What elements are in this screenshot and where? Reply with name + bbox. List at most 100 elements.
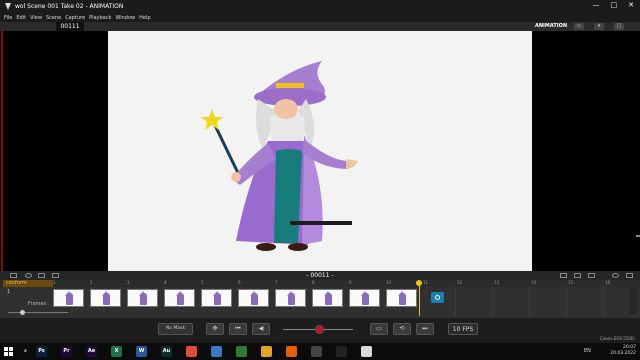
frame-thumbnail[interactable] bbox=[349, 289, 380, 307]
firefox-icon[interactable] bbox=[286, 346, 297, 357]
live-capture-camera-icon[interactable] bbox=[431, 292, 444, 303]
menu-playback[interactable]: Playback bbox=[89, 15, 111, 21]
timeline-ruler[interactable]: 1 2 3 4 5 6 7 8 9 10 11 12 13 14 15 16 bbox=[53, 280, 640, 287]
menu-capture[interactable]: Capture bbox=[65, 15, 85, 21]
title-bar: wol Scene 001 Take 02 - ANIMATION — □ ✕ bbox=[0, 0, 640, 13]
onion-skin-slider-knob[interactable] bbox=[315, 325, 324, 334]
frames-label: Frames bbox=[28, 301, 47, 307]
live-view-canvas[interactable] bbox=[108, 31, 532, 271]
ruler-tick: 2 bbox=[90, 280, 93, 285]
camera-viewer[interactable] bbox=[0, 31, 640, 271]
frame-thumbnail[interactable] bbox=[90, 289, 121, 307]
short-play-button[interactable]: ▭ bbox=[370, 323, 388, 335]
view-list-icon[interactable] bbox=[560, 273, 567, 278]
timeline-zoom-slider[interactable] bbox=[0, 310, 140, 316]
menu-file[interactable]: File bbox=[4, 15, 12, 21]
view-filmstrip-icon[interactable] bbox=[588, 273, 595, 278]
after-effects-icon[interactable]: Ae bbox=[86, 346, 97, 357]
paint-icon[interactable] bbox=[211, 346, 222, 357]
ruler-tick: 3 bbox=[127, 280, 130, 285]
audition-icon[interactable]: Au bbox=[161, 346, 172, 357]
toolbar-button-3[interactable]: □ bbox=[614, 23, 624, 30]
app-icon[interactable] bbox=[311, 346, 322, 357]
lock-icon[interactable] bbox=[626, 273, 633, 278]
timeline-scrollbar[interactable] bbox=[629, 288, 637, 314]
ruler-tick: 4 bbox=[164, 280, 167, 285]
folder-icon[interactable] bbox=[261, 346, 272, 357]
green-app-icon[interactable] bbox=[236, 346, 247, 357]
grid-icon[interactable] bbox=[38, 273, 45, 278]
frame-thumbnail[interactable] bbox=[164, 289, 195, 307]
excel-icon[interactable]: X bbox=[111, 346, 122, 357]
step-forward-button[interactable]: ⏭ bbox=[416, 323, 434, 335]
language-indicator[interactable]: EN bbox=[584, 348, 591, 354]
hat-band bbox=[276, 83, 304, 88]
camera-app-icon[interactable] bbox=[336, 346, 347, 357]
ruler-tick: 15 bbox=[568, 280, 574, 285]
photoshop-icon[interactable]: Ps bbox=[36, 346, 47, 357]
ruler-tick: 9 bbox=[349, 280, 352, 285]
search-icon[interactable]: ⌕ bbox=[20, 346, 31, 357]
mask-dropdown[interactable]: No Mask bbox=[158, 323, 193, 335]
overlay-icon[interactable] bbox=[52, 273, 59, 278]
loop-button[interactable]: ⟲ bbox=[393, 323, 411, 335]
layer-name-field[interactable]: conform bbox=[3, 280, 53, 287]
eye-icon[interactable] bbox=[612, 273, 619, 278]
zoom-icon[interactable] bbox=[25, 273, 32, 278]
ruler-tick: 6 bbox=[238, 280, 241, 285]
camera-watermark: Canon EOS 550D bbox=[599, 336, 634, 341]
menu-window[interactable]: Window bbox=[115, 15, 135, 21]
menu-view[interactable]: View bbox=[30, 15, 42, 21]
top-toolbar: 00111 ANIMATION ▭ ▾ □ bbox=[0, 22, 640, 31]
app-logo-icon bbox=[5, 3, 11, 10]
frame-thumbnail[interactable] bbox=[201, 289, 232, 307]
viewer-border bbox=[1, 31, 3, 271]
face bbox=[274, 99, 298, 119]
resize-icon[interactable] bbox=[10, 273, 17, 278]
left-shoe bbox=[256, 243, 276, 251]
ruler-tick: 12 bbox=[457, 280, 463, 285]
workspace-mode-label[interactable]: ANIMATION bbox=[535, 23, 567, 29]
frame-thumbnail[interactable] bbox=[386, 289, 417, 307]
maximize-button[interactable]: □ bbox=[611, 1, 618, 9]
frame-thumbnail[interactable] bbox=[312, 289, 343, 307]
right-shoe bbox=[288, 243, 308, 251]
play-back-button[interactable]: ◀ bbox=[252, 323, 270, 335]
fps-field[interactable]: 10 FPS bbox=[448, 323, 478, 335]
menu-scene[interactable]: Scene bbox=[46, 15, 61, 21]
menu-help[interactable]: Help bbox=[139, 15, 150, 21]
viewer-status-bar: - 00011 - bbox=[0, 271, 640, 280]
view-grid-icon[interactable] bbox=[574, 273, 581, 278]
dragonframe-icon[interactable] bbox=[361, 346, 372, 357]
ruler-tick: 14 bbox=[531, 280, 537, 285]
toolbar-button-2[interactable]: ▾ bbox=[594, 23, 604, 30]
menu-edit[interactable]: Edit bbox=[16, 15, 26, 21]
premiere-icon[interactable]: Pr bbox=[61, 346, 72, 357]
current-frame-indicator: - 00011 - bbox=[306, 272, 334, 279]
viewer-scroll-handle[interactable] bbox=[636, 235, 640, 237]
frame-thumbnail[interactable] bbox=[238, 289, 269, 307]
playhead-line bbox=[419, 286, 420, 316]
frame-thumbnail[interactable] bbox=[127, 289, 158, 307]
wand-star bbox=[201, 109, 223, 130]
zoom-slider-knob[interactable] bbox=[20, 310, 25, 315]
layer-number: 1 bbox=[7, 289, 11, 295]
frame-thumbnail[interactable] bbox=[53, 289, 84, 307]
close-button[interactable]: ✕ bbox=[628, 1, 634, 9]
step-back-button[interactable]: ⏮ bbox=[229, 323, 247, 335]
minimize-button[interactable]: — bbox=[593, 1, 600, 9]
tunic bbox=[274, 149, 302, 243]
frame-thumbnail[interactable] bbox=[275, 289, 306, 307]
toolbar-button-1[interactable]: ▭ bbox=[574, 23, 584, 30]
word-icon[interactable]: W bbox=[136, 346, 147, 357]
loop-toggle-button[interactable]: ✥ bbox=[206, 323, 224, 335]
system-clock[interactable]: 20:07 20.03.2022 bbox=[610, 345, 636, 357]
window-controls: — □ ✕ bbox=[593, 1, 635, 9]
chrome-icon[interactable] bbox=[186, 346, 197, 357]
rig-bar bbox=[290, 221, 352, 225]
empty-frame-grid bbox=[455, 287, 625, 316]
windows-start-icon[interactable] bbox=[4, 347, 13, 356]
timeline-panel[interactable]: conform 1 2 3 4 5 6 7 8 9 10 11 12 13 14… bbox=[0, 280, 640, 318]
ruler-tick: 1 bbox=[53, 280, 56, 285]
clock-date: 20.03.2022 bbox=[610, 351, 636, 356]
